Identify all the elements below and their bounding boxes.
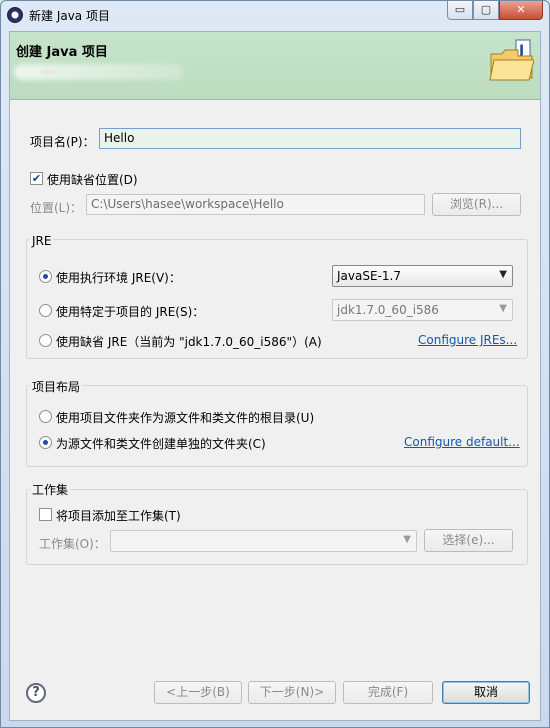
jre-specific-label: 使用特定于项目的 JRE(S)： — [56, 305, 205, 319]
working-sets-group — [26, 489, 528, 565]
next-button[interactable]: 下一步(N)> — [248, 681, 336, 704]
jre-default-radio[interactable] — [39, 334, 52, 347]
project-layout-group-title: 项目布局 — [30, 378, 83, 395]
window-controls: ▭ ▢ ✕ — [447, 1, 543, 21]
jre-default-label: 使用缺省 JRE（当前为 "jdk1.7.0_60_i586"）(A) — [56, 335, 322, 349]
select-working-set-button[interactable]: 选择(e)... — [424, 529, 513, 552]
eclipse-icon — [7, 7, 23, 23]
dialog-client-area: 创建 Java 项目 J 项目名(P)： Hello ✔ 使用缺省位置(D) 位… — [9, 31, 541, 721]
title-bar[interactable]: 新建 Java 项目 ▭ ▢ ✕ — [1, 1, 549, 31]
dialog-window: 新建 Java 项目 ▭ ▢ ✕ 创建 Java 项目 J 项目名(P)： He… — [0, 0, 550, 728]
project-layout-group — [26, 385, 528, 467]
finish-button[interactable]: 完成(F) — [343, 681, 433, 704]
specific-jre-select[interactable]: jdk1.7.0_60_i586 ▼ — [332, 299, 513, 321]
wizard-banner: 创建 Java 项目 J — [10, 32, 540, 100]
dropdown-arrow-icon: ▼ — [499, 303, 507, 314]
maximize-button[interactable]: ▢ — [473, 1, 499, 20]
add-to-working-set-checkbox[interactable] — [39, 508, 52, 521]
jre-specific-radio[interactable] — [39, 304, 52, 317]
layout-root-label: 使用项目文件夹作为源文件和类文件的根目录(U) — [56, 411, 315, 425]
use-default-location-label: 使用缺省位置(D) — [47, 173, 138, 187]
layout-root-radio[interactable] — [39, 410, 52, 423]
close-button[interactable]: ✕ — [499, 1, 543, 20]
working-set-label: 工作集(O)： — [39, 537, 106, 551]
jre-execution-env-label: 使用执行环境 JRE(V)： — [56, 271, 181, 285]
project-name-label: 项目名(P)： — [30, 135, 95, 149]
working-sets-group-title: 工作集 — [30, 481, 71, 498]
window-title: 新建 Java 项目 — [29, 9, 110, 23]
configure-default-link[interactable]: Configure default... — [404, 435, 520, 449]
cancel-button[interactable]: 取消 — [442, 681, 530, 704]
working-set-select[interactable]: ▼ — [110, 530, 417, 552]
location-label: 位置(L)： — [30, 201, 83, 215]
location-input[interactable]: C:\Users\hasee\workspace\Hello — [86, 194, 425, 215]
execution-env-select[interactable]: JavaSE-1.7 ▼ — [332, 265, 513, 287]
layout-separate-label: 为源文件和类文件创建单独的文件夹(C) — [56, 437, 266, 451]
project-name-input[interactable]: Hello — [99, 128, 521, 149]
use-default-location-checkbox[interactable]: ✔ — [30, 172, 43, 185]
add-to-working-set-label: 将项目添加至工作集(T) — [56, 509, 181, 523]
banner-message — [14, 64, 184, 80]
banner-title: 创建 Java 项目 — [16, 45, 108, 60]
help-icon[interactable]: ? — [26, 683, 46, 703]
layout-separate-radio[interactable] — [39, 436, 52, 449]
execution-env-value: JavaSE-1.7 — [337, 269, 401, 283]
java-project-folder-icon: J — [489, 39, 534, 81]
configure-jres-link[interactable]: Configure JREs... — [418, 333, 517, 347]
back-button[interactable]: <上一步(B) — [154, 681, 242, 704]
specific-jre-value: jdk1.7.0_60_i586 — [337, 303, 439, 317]
jre-execution-env-radio[interactable] — [39, 270, 52, 283]
jre-group-title: JRE — [30, 234, 54, 248]
dropdown-arrow-icon: ▼ — [403, 534, 411, 545]
minimize-button[interactable]: ▭ — [447, 1, 473, 20]
browse-button[interactable]: 浏览(R)... — [432, 193, 521, 216]
dropdown-arrow-icon: ▼ — [499, 269, 507, 280]
